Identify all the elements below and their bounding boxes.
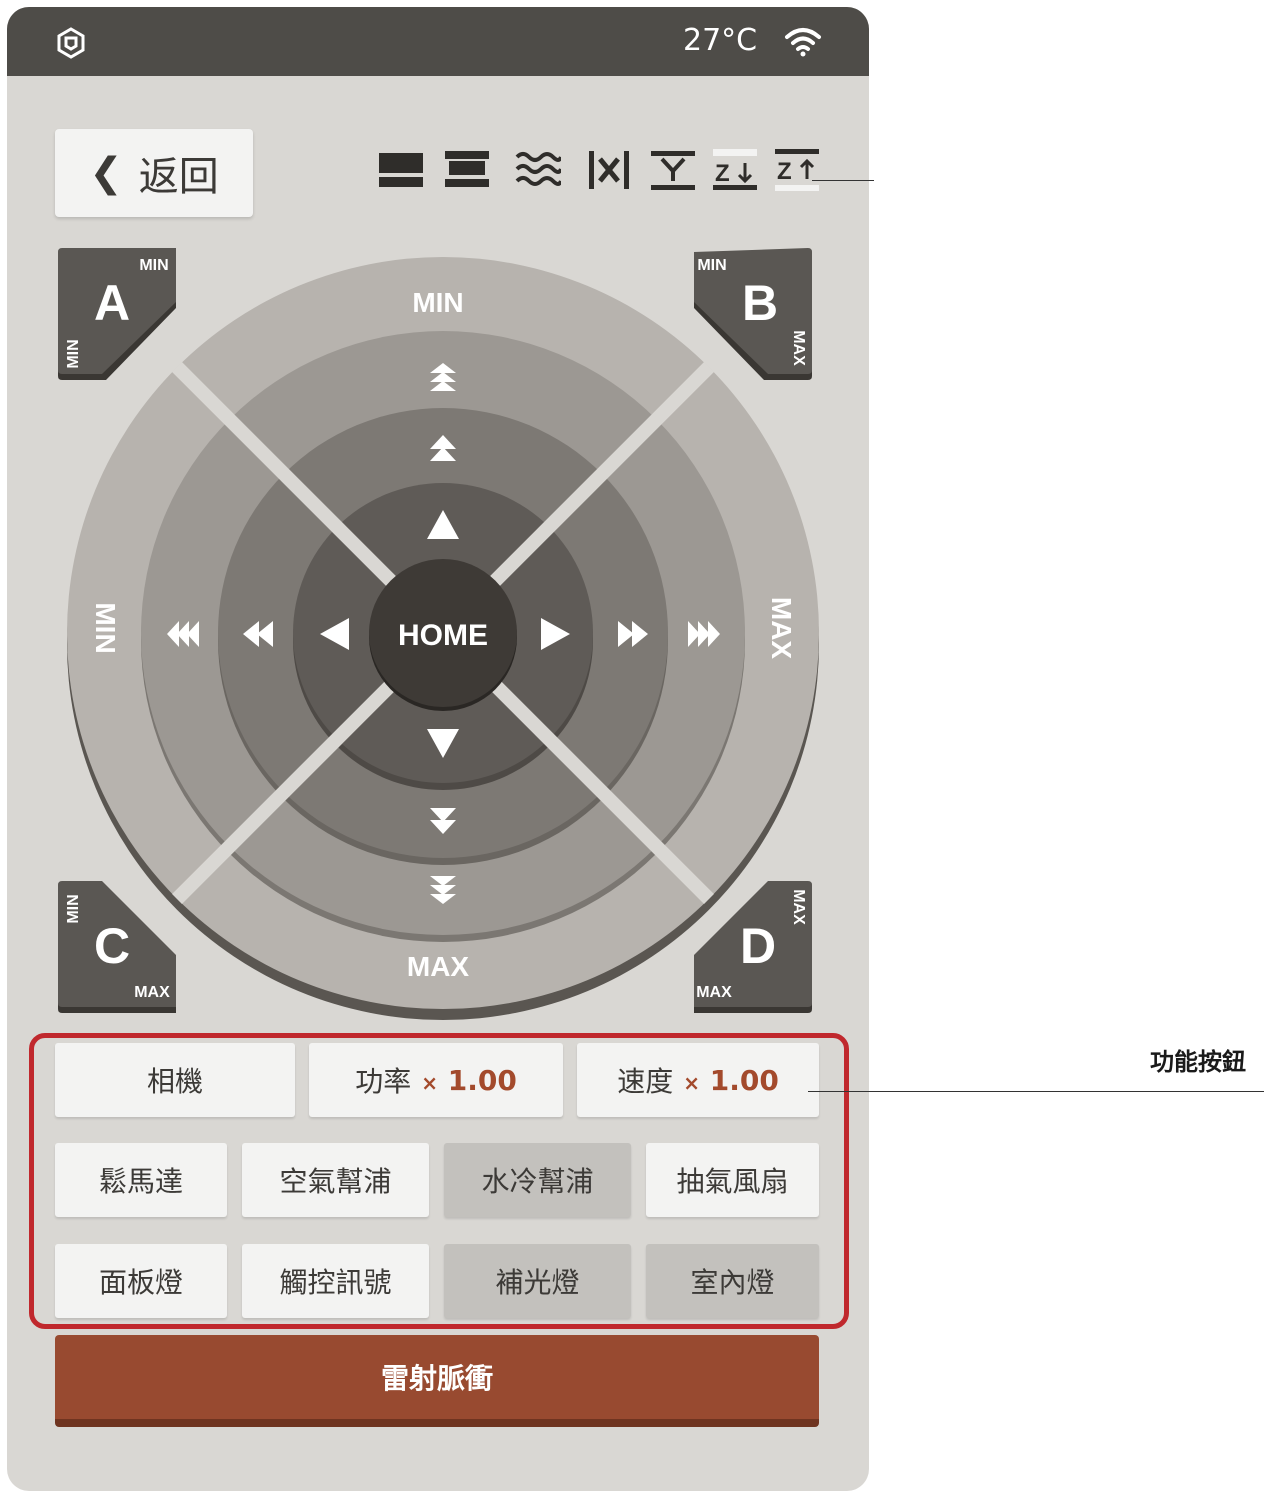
water-pump-button[interactable]: 水冷幫浦	[444, 1143, 631, 1217]
corner-c-button[interactable]: C MIN MAX	[54, 881, 180, 1017]
corner-c-top-label: MIN	[65, 894, 82, 923]
left-min-label: MIN	[90, 602, 121, 653]
air-pump-label: 空氣幫浦	[279, 1165, 392, 1198]
exhaust-fan-button[interactable]: 抽氣風扇	[646, 1143, 819, 1217]
fill-light-label: 補光燈	[495, 1266, 580, 1299]
power-times-symbol: ×	[421, 1070, 438, 1095]
bottom-max-label: MAX	[407, 951, 470, 982]
corner-d-letter: D	[740, 918, 776, 974]
wifi-icon	[785, 28, 821, 57]
water-pump-label: 水冷幫浦	[481, 1165, 594, 1198]
toolbar-callout-line	[812, 180, 874, 181]
speed-multiplier: × 1.00	[683, 1064, 779, 1097]
bed-raised-icon[interactable]	[443, 147, 491, 193]
back-button[interactable]: ❮ 返回	[55, 129, 253, 217]
temperature-readout: 27°C	[683, 23, 758, 58]
power-label: 功率	[355, 1065, 412, 1098]
corner-c-bottom-label: MAX	[134, 984, 170, 1001]
top-min-label: MIN	[412, 287, 463, 318]
svg-text:Z: Z	[715, 160, 730, 187]
laser-pulse-label: 雷射脈衝	[380, 1362, 493, 1395]
function-callout-label: 功能按鈕	[1150, 1048, 1246, 1076]
touch-signal-label: 觸控訊號	[279, 1266, 392, 1299]
status-bar: 27°C	[7, 7, 869, 76]
corner-d-side-label: MAX	[790, 889, 807, 925]
corner-b-letter: B	[742, 275, 778, 331]
corner-b-button[interactable]: B MIN MAX	[690, 248, 816, 384]
corner-a-letter: A	[94, 275, 130, 331]
release-motor-button[interactable]: 鬆馬達	[55, 1143, 227, 1217]
touch-signal-button[interactable]: 觸控訊號	[242, 1244, 429, 1318]
camera-button[interactable]: 相機	[55, 1043, 295, 1117]
x-axis-icon[interactable]	[585, 147, 633, 193]
room-light-button[interactable]: 室內燈	[646, 1244, 819, 1318]
air-pump-button[interactable]: 空氣幫浦	[242, 1143, 429, 1217]
corner-b-top-label: MIN	[697, 257, 726, 274]
y-axis-icon[interactable]	[649, 147, 697, 193]
corner-d-bottom-label: MAX	[696, 984, 732, 1001]
power-multiplier: × 1.00	[421, 1064, 517, 1097]
corner-a-top-label: MIN	[139, 257, 168, 274]
bed-flat-icon[interactable]	[377, 147, 425, 193]
z-up-icon[interactable]: Z	[773, 147, 821, 193]
back-button-label: 返回	[138, 154, 219, 200]
room-light-label: 室內燈	[690, 1266, 775, 1299]
device-screen: 27°C ❮ 返回 Z Z HOME MIN MAX MIN MAX A MIN…	[7, 7, 869, 1491]
release-motor-label: 鬆馬達	[98, 1165, 183, 1198]
corner-d-button[interactable]: D MAX MAX	[690, 881, 816, 1017]
function-callout-line	[808, 1091, 1264, 1092]
air-assist-icon[interactable]	[513, 147, 561, 193]
corner-c-letter: C	[94, 918, 130, 974]
power-multiplier-button[interactable]: 功率 × 1.00	[309, 1043, 563, 1117]
panel-light-label: 面板燈	[98, 1266, 183, 1299]
panel-light-button[interactable]: 面板燈	[55, 1244, 227, 1318]
toolbar: Z Z	[377, 147, 827, 193]
exhaust-fan-label: 抽氣風扇	[676, 1165, 789, 1198]
z-down-icon[interactable]: Z	[711, 147, 759, 193]
speed-multiplier-button[interactable]: 速度 × 1.00	[577, 1043, 819, 1117]
svg-text:Z: Z	[777, 158, 792, 185]
laser-pulse-button[interactable]: 雷射脈衝	[55, 1335, 819, 1427]
home-label: HOME	[398, 619, 488, 652]
power-value: 1.00	[447, 1063, 517, 1097]
chevron-left-icon: ❮	[89, 150, 123, 196]
corner-a-side-label: MIN	[65, 339, 82, 368]
camera-button-label: 相機	[146, 1065, 203, 1098]
corner-b-side-label: MAX	[790, 330, 807, 366]
app-logo-icon	[57, 27, 85, 59]
corner-a-button[interactable]: A MIN MIN	[54, 248, 180, 384]
speed-label: 速度	[617, 1065, 674, 1098]
fill-light-button[interactable]: 補光燈	[444, 1244, 631, 1318]
speed-value: 1.00	[709, 1063, 779, 1097]
speed-times-symbol: ×	[683, 1070, 700, 1095]
right-max-label: MAX	[766, 597, 797, 660]
